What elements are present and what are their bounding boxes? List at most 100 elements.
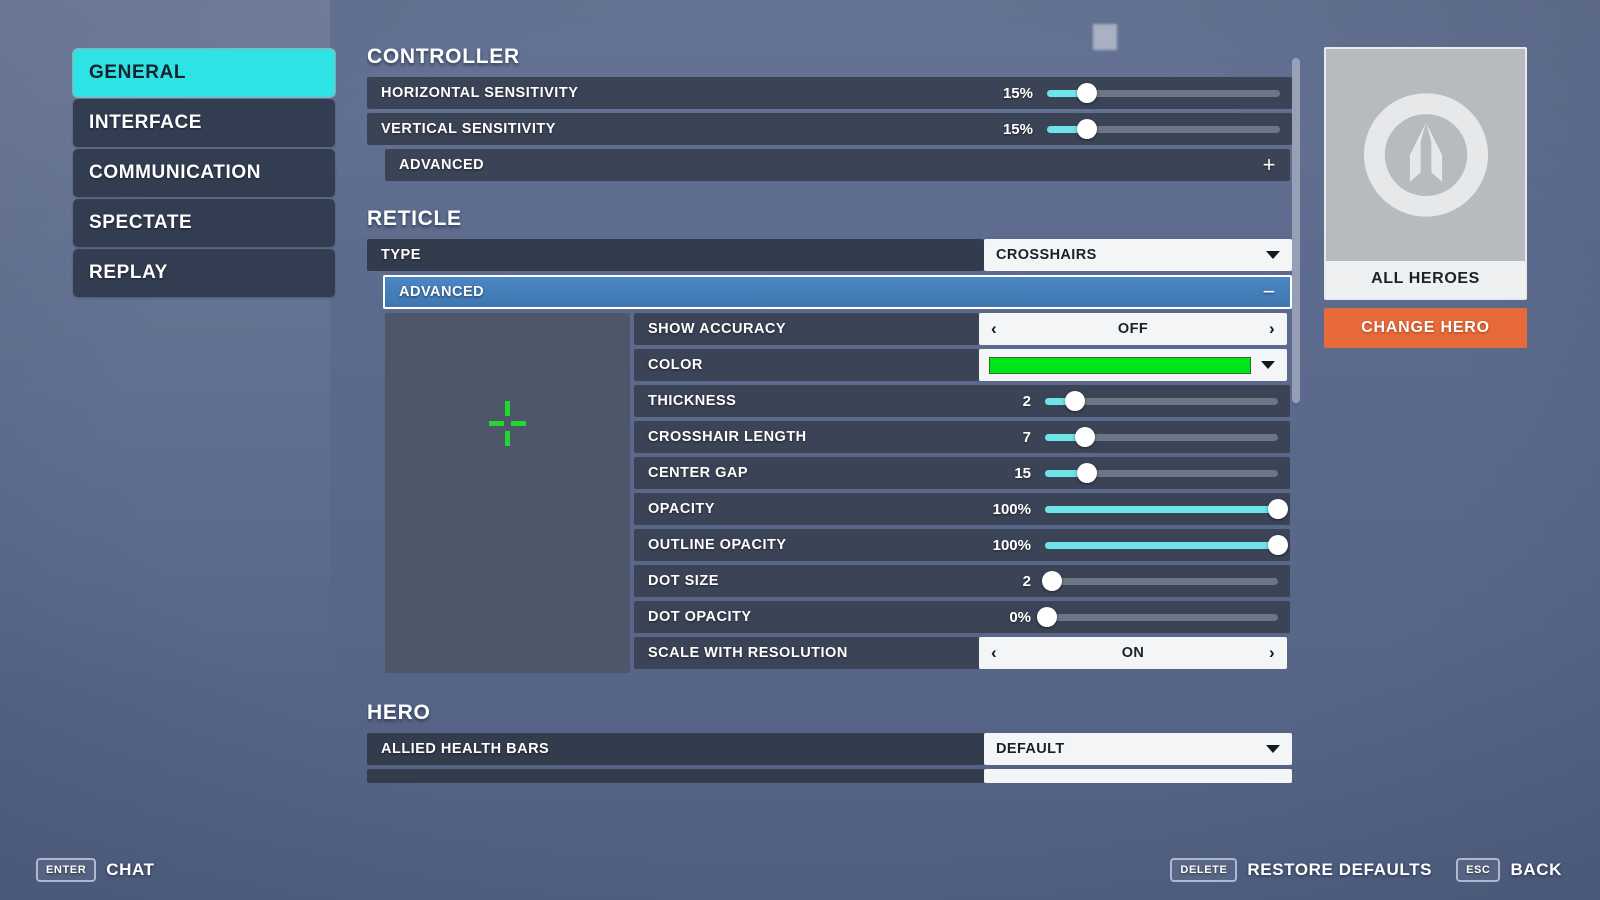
setting-opacity[interactable]: OPACITY 100%: [634, 493, 1290, 525]
slider-track[interactable]: [1047, 119, 1280, 139]
setting-reticle-color[interactable]: COLOR: [634, 349, 1290, 381]
minus-icon: −: [1262, 279, 1276, 304]
reticle-advanced-toggle[interactable]: ADVANCED −: [383, 275, 1292, 309]
chevron-down-icon: [1266, 251, 1280, 259]
chevron-down-icon: [1261, 361, 1275, 369]
dropdown-value: CROSSHAIRS: [996, 247, 1097, 263]
setting-allied-health-bars[interactable]: ALLIED HEALTH BARS DEFAULT: [367, 733, 1292, 765]
chat-label: CHAT: [106, 860, 155, 879]
sidebar-item-replay[interactable]: REPLAY: [73, 249, 335, 297]
slider-track[interactable]: [1041, 571, 1278, 591]
slider-knob[interactable]: [1041, 571, 1062, 591]
settings-list[interactable]: CONTROLLER HORIZONTAL SENSITIVITY 15% VE…: [367, 45, 1292, 805]
chevron-right-icon[interactable]: ›: [1269, 319, 1275, 339]
bottom-right-hints: DELETE RESTORE DEFAULTS ESC BACK: [1170, 858, 1562, 882]
overwatch-logo-icon: [1326, 49, 1525, 261]
setting-value: 15%: [1002, 84, 1033, 102]
slider-knob[interactable]: [1037, 607, 1058, 627]
setting-horizontal-sensitivity[interactable]: HORIZONTAL SENSITIVITY 15%: [367, 77, 1292, 109]
setting-label: DOT OPACITY: [648, 609, 752, 625]
setting-label: OUTLINE OPACITY: [648, 537, 787, 553]
sidebar-item-label: GENERAL: [89, 62, 187, 83]
slider-knob[interactable]: [1268, 535, 1288, 555]
clipped-dropdown[interactable]: [984, 769, 1292, 783]
stepper-value: ON: [1121, 645, 1145, 661]
restore-defaults-hint[interactable]: DELETE RESTORE DEFAULTS: [1170, 858, 1432, 882]
setting-scale-with-resolution[interactable]: SCALE WITH RESOLUTION ‹ ON ›: [634, 637, 1290, 669]
chat-hint[interactable]: ENTER CHAT: [36, 858, 155, 882]
settings-sidebar: GENERAL INTERFACE COMMUNICATION SPECTATE…: [73, 49, 335, 299]
back-label: BACK: [1510, 860, 1562, 879]
reticle-type-dropdown[interactable]: CROSSHAIRS: [984, 239, 1292, 271]
setting-thickness[interactable]: THICKNESS 2: [634, 385, 1290, 417]
setting-value: 100%: [992, 536, 1031, 554]
collapse-label: ADVANCED: [399, 284, 485, 300]
crosshair-left-segment: [489, 421, 504, 426]
slider-knob[interactable]: [1076, 119, 1097, 139]
setting-label: CENTER GAP: [648, 465, 749, 481]
sidebar-item-label: REPLAY: [89, 262, 168, 283]
crosshair-bottom-segment: [505, 431, 510, 446]
hero-name: ALL HEROES: [1326, 261, 1525, 298]
slider-fill: [1045, 541, 1278, 549]
setting-show-accuracy[interactable]: SHOW ACCURACY ‹ OFF ›: [634, 313, 1290, 345]
delete-keycap: DELETE: [1170, 858, 1238, 882]
slider-knob[interactable]: [1065, 391, 1086, 411]
sidebar-item-communication[interactable]: COMMUNICATION: [73, 149, 335, 197]
slider-knob[interactable]: [1076, 83, 1097, 103]
color-swatch[interactable]: [989, 356, 1251, 374]
reticle-color-dropdown[interactable]: [979, 349, 1287, 381]
crosshair-top-segment: [505, 401, 510, 416]
setting-label: THICKNESS: [648, 393, 737, 409]
slider-knob[interactable]: [1268, 499, 1288, 519]
collapse-label: ADVANCED: [399, 157, 485, 173]
reticle-advanced-rows: SHOW ACCURACY ‹ OFF › COLOR THICKNESS 2: [634, 313, 1290, 673]
sidebar-item-label: INTERFACE: [89, 112, 203, 133]
slider-track[interactable]: [1045, 535, 1288, 555]
bottom-bar: ENTER CHAT DELETE RESTORE DEFAULTS ESC B…: [0, 828, 1600, 900]
stepper-value: OFF: [1117, 321, 1149, 337]
slider-track[interactable]: [1047, 83, 1280, 103]
show-accuracy-stepper[interactable]: ‹ OFF ›: [979, 313, 1287, 345]
section-title-controller: CONTROLLER: [367, 45, 520, 68]
setting-label: OPACITY: [648, 501, 715, 517]
section-title-reticle: RETICLE: [367, 207, 462, 230]
slider-knob[interactable]: [1076, 463, 1097, 483]
setting-reticle-type[interactable]: TYPE CROSSHAIRS: [367, 239, 1292, 271]
setting-dot-size[interactable]: DOT SIZE 2: [634, 565, 1290, 597]
setting-label: [367, 769, 984, 783]
restore-defaults-label: RESTORE DEFAULTS: [1247, 860, 1433, 879]
scale-with-resolution-stepper[interactable]: ‹ ON ›: [979, 637, 1287, 669]
sidebar-item-general[interactable]: GENERAL: [73, 49, 335, 97]
controller-advanced-toggle[interactable]: ADVANCED +: [385, 149, 1290, 181]
setting-label: SCALE WITH RESOLUTION: [634, 637, 979, 669]
dropdown-value: DEFAULT: [996, 741, 1065, 757]
setting-value: 0%: [1009, 608, 1031, 626]
setting-crosshair-length[interactable]: CROSSHAIR LENGTH 7: [634, 421, 1290, 453]
slider-track[interactable]: [1045, 427, 1278, 447]
sidebar-item-spectate[interactable]: SPECTATE: [73, 199, 335, 247]
setting-dot-opacity[interactable]: DOT OPACITY 0%: [634, 601, 1290, 633]
slider-knob[interactable]: [1074, 427, 1095, 447]
slider-track[interactable]: [1045, 463, 1278, 483]
section-title-hero: HERO: [367, 701, 431, 724]
setting-vertical-sensitivity[interactable]: VERTICAL SENSITIVITY 15%: [367, 113, 1292, 145]
setting-row-clipped[interactable]: [367, 769, 1292, 783]
setting-value: 15%: [1002, 120, 1033, 138]
setting-outline-opacity[interactable]: OUTLINE OPACITY 100%: [634, 529, 1290, 561]
change-hero-button[interactable]: CHANGE HERO: [1324, 308, 1527, 348]
sidebar-item-interface[interactable]: INTERFACE: [73, 99, 335, 147]
slider-track[interactable]: [1045, 499, 1288, 519]
setting-value: 7: [1022, 428, 1031, 446]
allied-health-bars-dropdown[interactable]: DEFAULT: [984, 733, 1292, 765]
back-hint[interactable]: ESC BACK: [1456, 858, 1562, 882]
hero-card[interactable]: ALL HEROES: [1324, 47, 1527, 300]
settings-scrollbar[interactable]: [1292, 58, 1300, 403]
setting-label: CROSSHAIR LENGTH: [648, 429, 807, 445]
chevron-right-icon[interactable]: ›: [1269, 643, 1275, 663]
slider-track[interactable]: [1037, 607, 1278, 627]
hero-panel: ALL HEROES CHANGE HERO: [1324, 47, 1527, 348]
slider-track[interactable]: [1045, 391, 1278, 411]
setting-value: 15: [1014, 464, 1031, 482]
setting-center-gap[interactable]: CENTER GAP 15: [634, 457, 1290, 489]
